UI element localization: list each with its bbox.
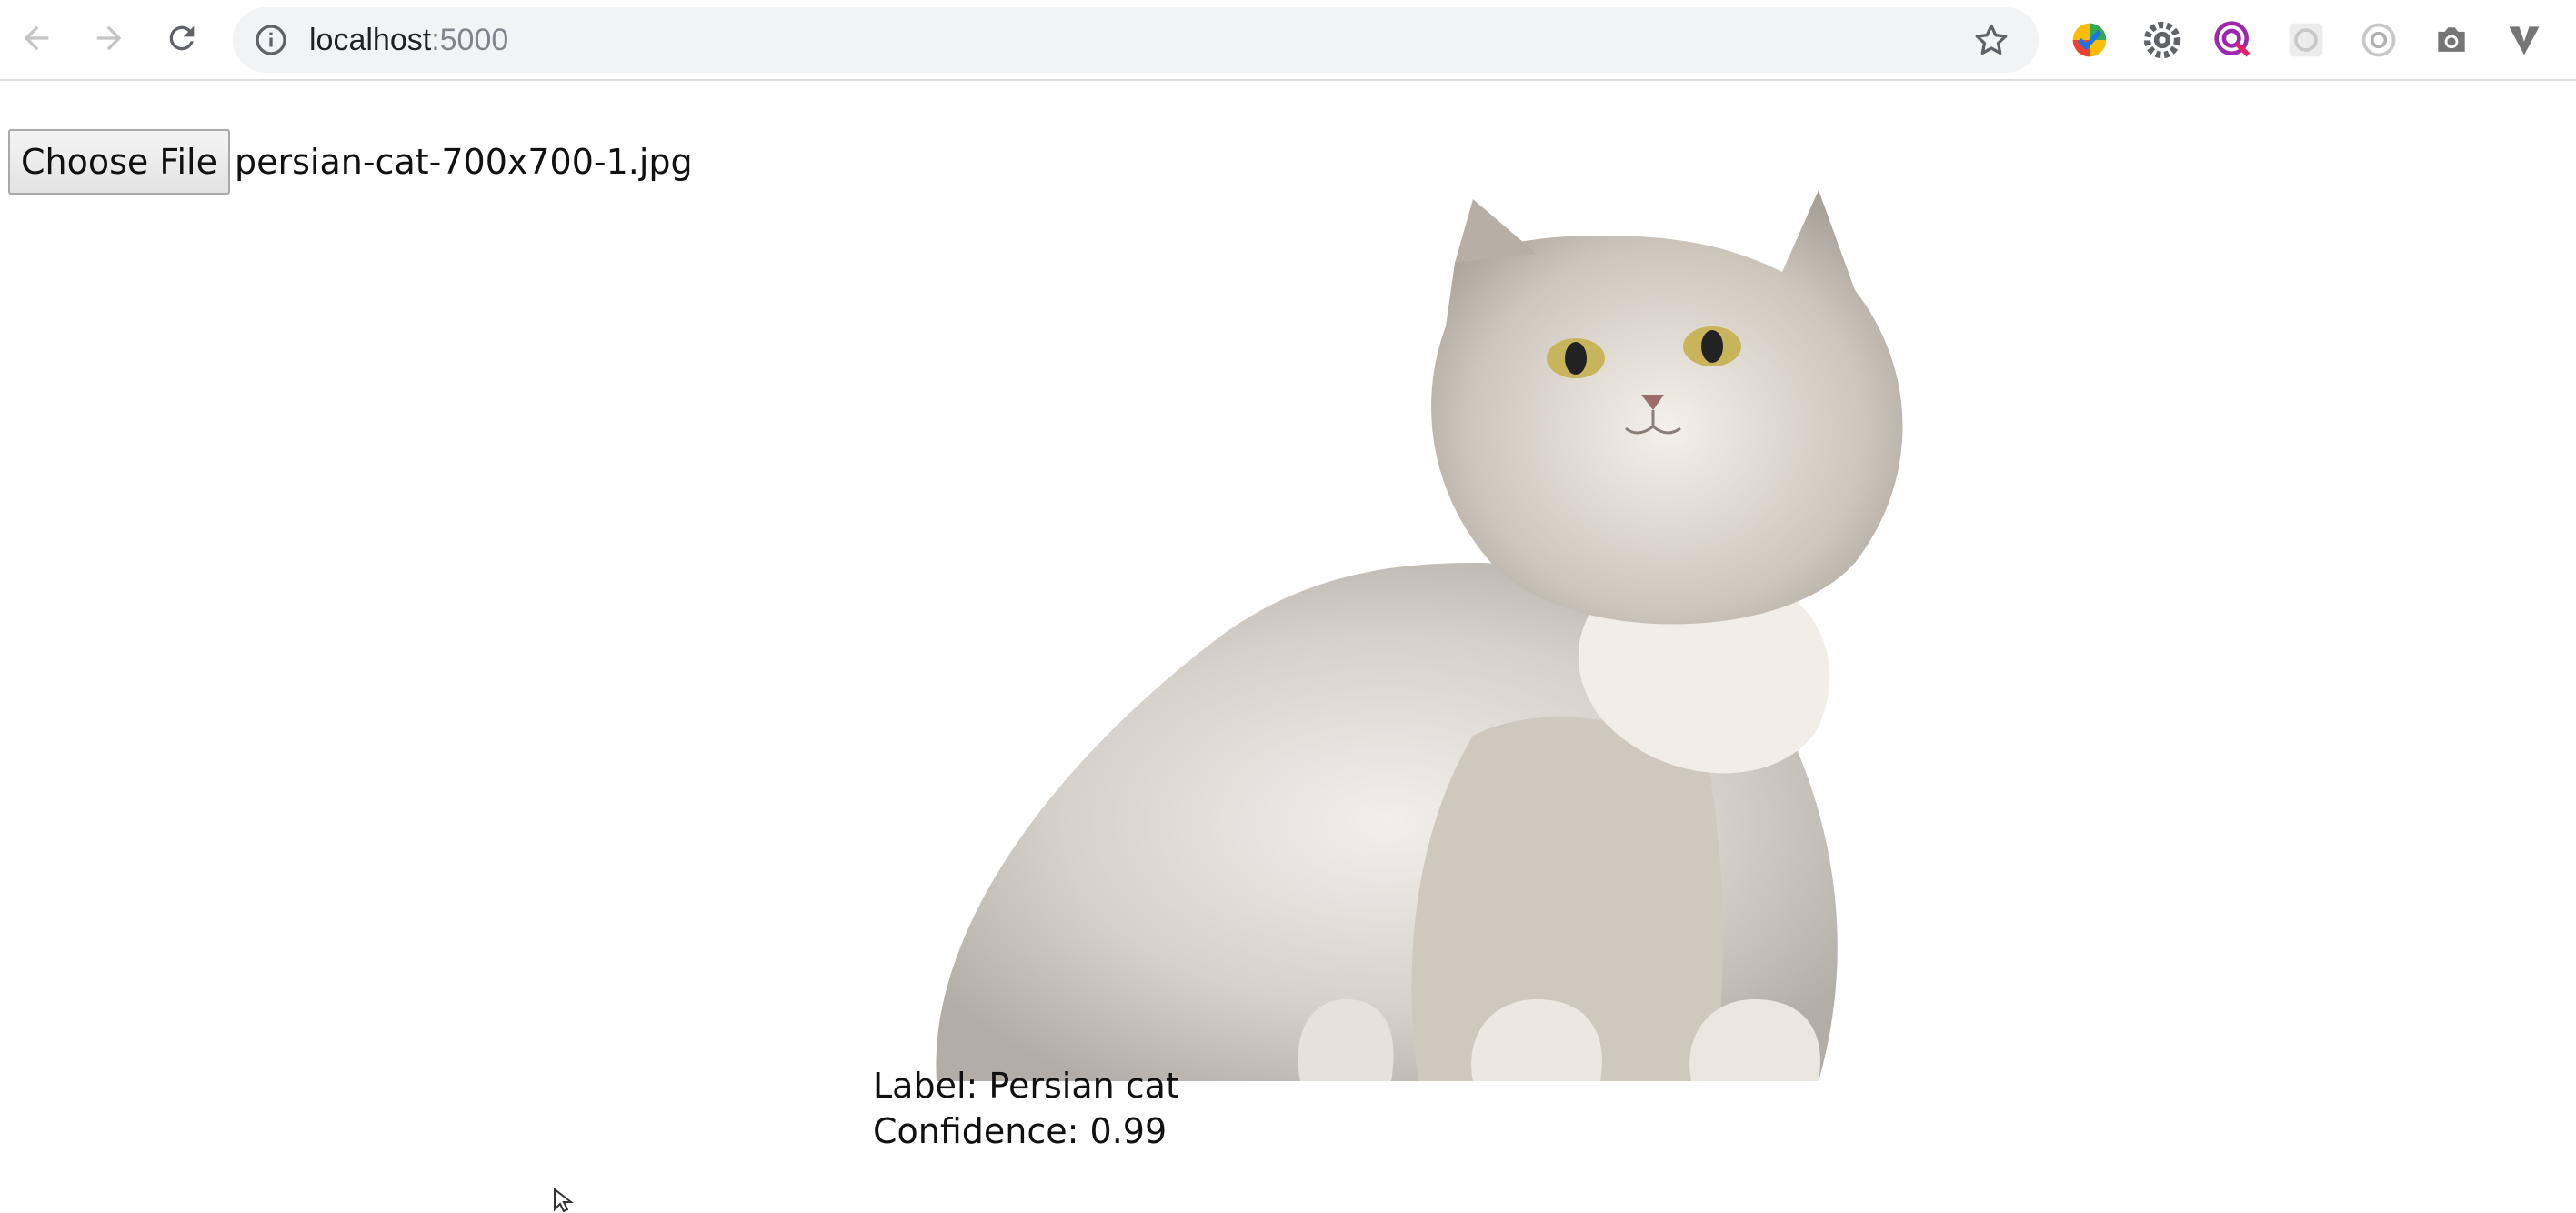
forward-button[interactable] bbox=[84, 13, 135, 64]
ext-camera-icon[interactable] bbox=[2431, 20, 2471, 60]
arrow-right-icon bbox=[96, 25, 122, 51]
browser-toolbar: localhost:5000 bbox=[0, 0, 2576, 81]
arrow-left-icon bbox=[24, 25, 49, 51]
reload-icon bbox=[169, 25, 195, 51]
url-host: localhost bbox=[309, 23, 432, 57]
prediction-label: Label: Persian cat bbox=[873, 1066, 1179, 1106]
page-content: Choose File persian-cat-700x700-1.jpg La… bbox=[0, 81, 2576, 1213]
ext-target-icon[interactable] bbox=[2213, 20, 2253, 60]
prediction-result: Label: Persian cat Confidence: 0.99 bbox=[873, 1063, 1179, 1154]
ext-gear-icon[interactable] bbox=[2142, 20, 2182, 60]
choose-file-button[interactable]: Choose File bbox=[8, 129, 230, 195]
url-port: :5000 bbox=[431, 23, 509, 57]
prediction-confidence: Confidence: 0.99 bbox=[873, 1111, 1168, 1151]
info-icon[interactable] bbox=[253, 22, 289, 58]
star-icon[interactable] bbox=[1971, 20, 2011, 60]
selected-file-name: persian-cat-700x700-1.jpg bbox=[235, 142, 693, 182]
back-button[interactable] bbox=[11, 13, 62, 64]
reload-button[interactable] bbox=[156, 13, 207, 64]
address-bar[interactable]: localhost:5000 bbox=[233, 7, 2039, 73]
ext-ring-icon[interactable] bbox=[2359, 20, 2399, 60]
ext-flower-icon[interactable] bbox=[2286, 20, 2326, 60]
ext-checkmark-icon[interactable] bbox=[2070, 20, 2110, 60]
url-text[interactable]: localhost:5000 bbox=[309, 7, 508, 73]
ext-vivaldi-icon[interactable] bbox=[2504, 20, 2544, 60]
uploaded-cat-image bbox=[909, 135, 2000, 1118]
